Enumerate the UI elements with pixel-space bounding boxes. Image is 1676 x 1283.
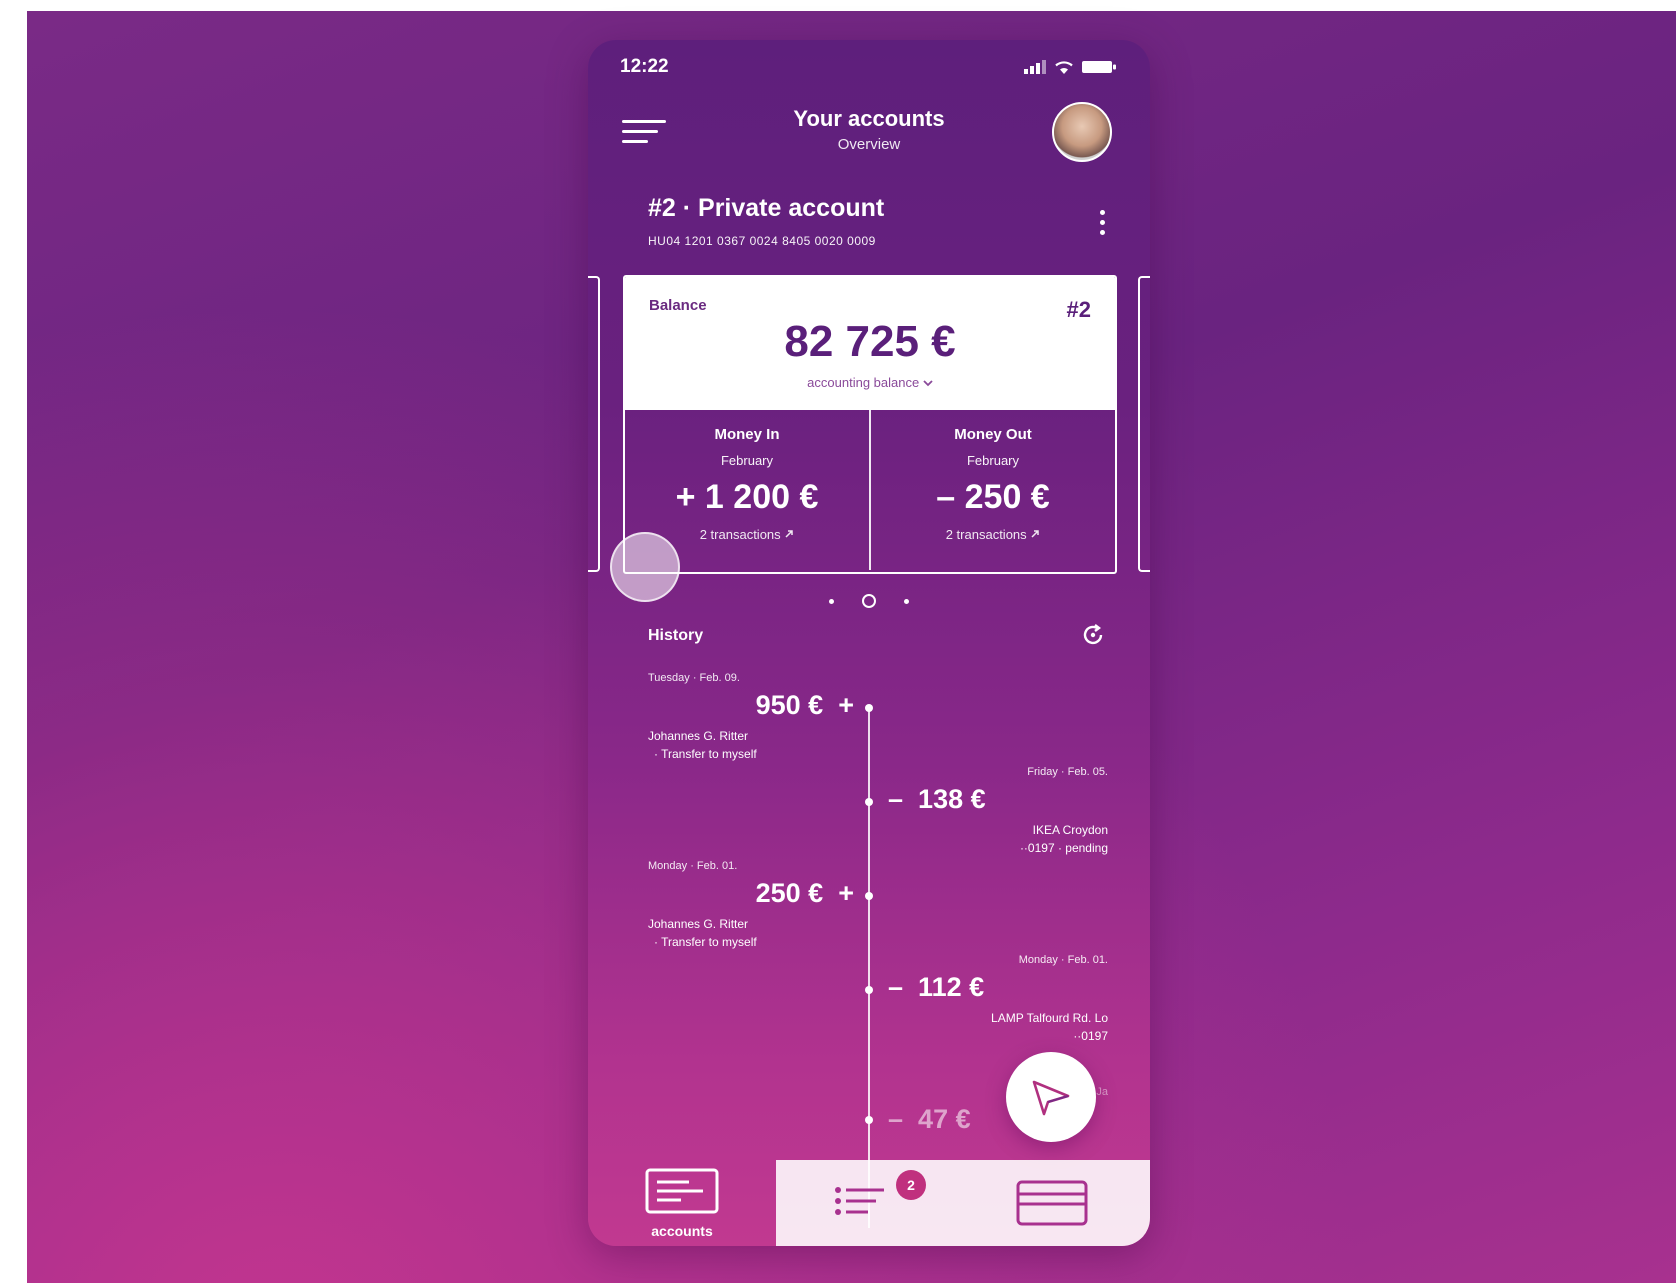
transaction-item[interactable]: Monday · Feb. 01. – 112 € LAMP Talfourd … [888, 954, 1108, 1043]
tab-transactions[interactable]: 2 [834, 1170, 926, 1223]
tab-group: 2 [776, 1160, 1150, 1246]
balance-mode-dropdown[interactable]: accounting balance [625, 375, 1115, 390]
balance-mode-label: accounting balance [807, 375, 920, 390]
money-out-amount: – 250 € [936, 478, 1050, 516]
phone-screen: 12:22 Your accounts Overview #2 · Privat… [588, 40, 1150, 1246]
money-in-month: February [720, 453, 774, 468]
timeline-dot [865, 892, 873, 900]
pager-dot-active[interactable] [862, 594, 876, 608]
prev-card-peek[interactable] [588, 276, 600, 572]
balance-amount: 82 725 € [784, 317, 956, 366]
tab-accounts[interactable]: accounts [588, 1160, 776, 1246]
balance-card[interactable]: Balance #2 82 725 € accounting balance M… [623, 275, 1117, 574]
transaction-note: · Transfer to myself [654, 747, 757, 761]
transaction-note: ··0197 [1073, 1029, 1108, 1043]
transaction-date: Tuesday · Feb. 09. [648, 672, 740, 684]
transaction-amount: – 138 € [888, 784, 986, 814]
transaction-item[interactable]: Monday · Feb. 01. 250 € + Johannes G. Ri… [648, 860, 854, 949]
transaction-amount: 950 € + [755, 690, 854, 720]
touch-indicator [610, 532, 680, 602]
battery-icon [1082, 61, 1116, 73]
more-options-icon[interactable] [1100, 210, 1106, 240]
balance-label: Balance [649, 297, 707, 314]
transaction-note: ··0197 · pending [1019, 841, 1108, 855]
card-pager[interactable] [588, 594, 1150, 608]
arrow-up-right-icon [1031, 530, 1040, 538]
transaction-party: LAMP Talfourd Rd. Lo [991, 1011, 1108, 1025]
notification-badge: 2 [896, 1170, 926, 1200]
money-in-transactions-label: 2 transactions [699, 527, 781, 542]
bottom-tab-bar: accounts 2 [588, 1160, 1150, 1246]
money-in-amount: + 1 200 € [675, 478, 819, 516]
history-timeline [868, 708, 870, 1228]
transaction-item[interactable]: Tuesday · Feb. 09. 950 € + Johannes G. R… [648, 672, 854, 761]
transaction-party: Johannes G. Ritter [648, 917, 749, 931]
transaction-date: Friday · Feb. 05. [1027, 766, 1108, 778]
timeline-dot [865, 986, 873, 994]
wifi-icon [1055, 61, 1073, 74]
transaction-amount: – 112 € [888, 972, 985, 1002]
next-card-peek[interactable] [1138, 276, 1150, 572]
arrow-up-right-icon [785, 530, 794, 538]
pager-dot[interactable] [829, 598, 834, 604]
balance-section: Balance #2 82 725 € accounting balance [625, 277, 1115, 410]
transaction-date: Monday · Feb. 01. [1018, 954, 1108, 966]
transaction-date: Monday · Feb. 01. [648, 860, 738, 872]
transaction-item[interactable]: Friday · Feb. 05. – 138 € IKEA Croydon ·… [888, 766, 1108, 855]
refresh-icon[interactable] [1080, 622, 1106, 648]
tab-accounts-label: accounts [651, 1223, 713, 1239]
avatar[interactable] [1052, 102, 1112, 162]
status-time: 12:22 [620, 56, 669, 77]
paper-plane-icon [1032, 1080, 1070, 1116]
account-name: #2 · Private account [648, 194, 885, 222]
money-in-title: Money In [714, 426, 780, 443]
money-out-month: February [966, 453, 1020, 468]
transaction-amount: 250 € + [755, 878, 854, 908]
signal-icon [1024, 60, 1046, 74]
transaction-party: Johannes G. Ritter [648, 729, 749, 743]
list-icon [835, 1187, 884, 1215]
money-out-panel[interactable]: Money Out February – 250 € 2 transaction… [869, 410, 1115, 570]
status-icons [1024, 60, 1116, 74]
pager-dot[interactable] [904, 598, 909, 604]
timeline-dot [865, 1116, 873, 1124]
transaction-note: · Transfer to myself [654, 935, 757, 949]
timeline-dot [865, 798, 873, 806]
accounts-icon [645, 1168, 719, 1214]
chevron-down-icon [923, 380, 933, 387]
money-out-title: Money Out [954, 426, 1032, 443]
transaction-party: IKEA Croydon [1032, 823, 1108, 837]
tab-cards[interactable] [1016, 1180, 1088, 1231]
history-title: History [648, 627, 704, 644]
credit-card-icon [1016, 1180, 1088, 1226]
money-out-transactions-link[interactable]: 2 transactions [871, 527, 1115, 542]
account-iban: HU04 1201 0367 0024 8405 0020 0009 [648, 234, 876, 248]
timeline-dot [865, 704, 873, 712]
send-money-button[interactable] [1006, 1052, 1096, 1142]
money-out-transactions-label: 2 transactions [945, 527, 1027, 542]
money-flow-section: Money In February + 1 200 € 2 transactio… [625, 410, 1115, 570]
